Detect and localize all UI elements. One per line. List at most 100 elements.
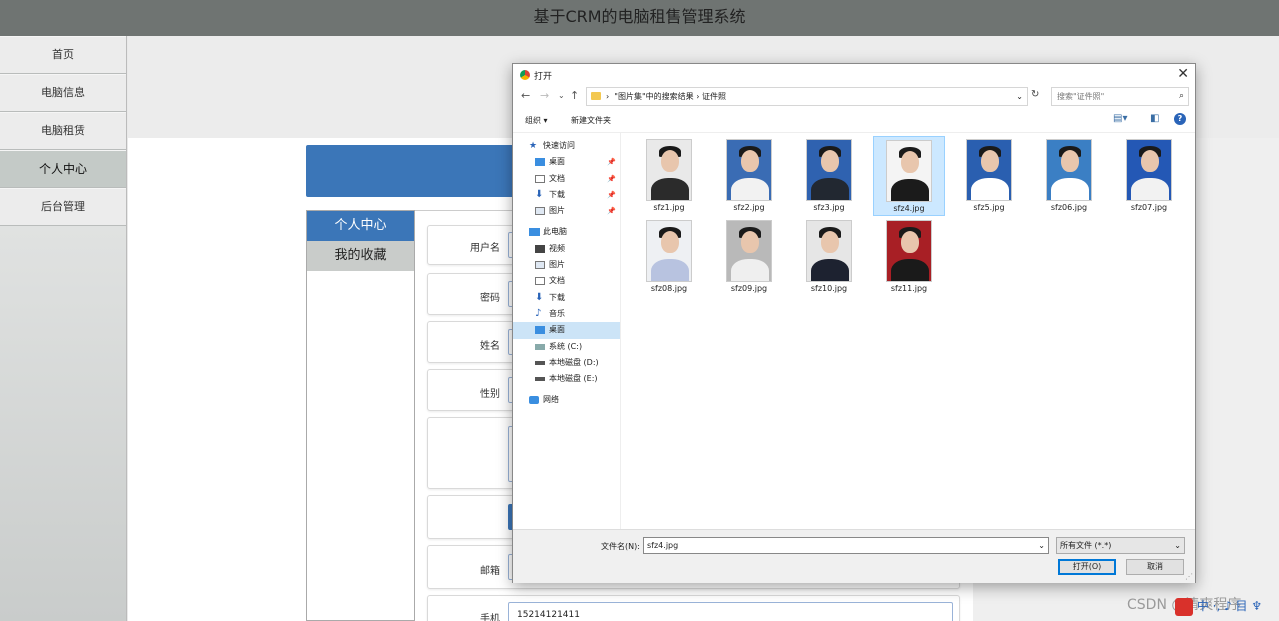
download-icon: ⬇ — [535, 291, 544, 303]
system-tray: 中 ·, ♪ 目 ♆ — [1175, 597, 1279, 617]
gender-label: 性别 — [480, 389, 500, 400]
file-list: sfz1.jpg sfz2.jpg sfz3.jpg sfz4.jpg sfz5.jpg… — [623, 133, 1195, 529]
file-name: sfz3.jpg — [813, 203, 845, 212]
preview-pane-icon[interactable]: ◧ — [1150, 113, 1159, 124]
file-name: sfz06.jpg — [1050, 203, 1088, 212]
file-name: sfz5.jpg — [973, 203, 1005, 212]
breadcrumb[interactable]: "图片集"中的搜索结果 › 证件照 — [614, 92, 726, 101]
search-input[interactable]: 搜索"证件照" ⌕ — [1051, 87, 1189, 106]
filetype-select[interactable]: 所有文件 (*.*) ⌄ — [1056, 537, 1185, 554]
file-item[interactable]: sfz11.jpg — [873, 217, 945, 297]
chevron-down-icon[interactable]: ⌄ — [1016, 88, 1023, 105]
phone-label: 手机 — [480, 614, 500, 621]
filename-value: sfz4.jpg — [647, 541, 679, 550]
nav-item-documents[interactable]: 文档 📌 — [513, 171, 620, 187]
file-item[interactable]: sfz08.jpg — [633, 217, 705, 297]
file-name: sfz2.jpg — [733, 203, 765, 212]
system-drive-icon — [535, 343, 545, 350]
organize-menu[interactable]: 组织 ▾ — [525, 115, 548, 126]
password-label: 密码 — [480, 293, 500, 304]
search-icon[interactable]: ⌕ — [1179, 88, 1184, 105]
filename-label: 文件名(N): — [601, 542, 640, 551]
file-item[interactable]: sfz10.jpg — [793, 217, 865, 297]
network-icon — [529, 396, 539, 405]
file-item[interactable]: sfz4.jpg — [873, 136, 945, 216]
nav-item-drive-c[interactable]: 系统 (C:) — [513, 339, 620, 355]
nav-item-desktop-pc[interactable]: 桌面 — [513, 322, 620, 339]
tab-my-favorites[interactable]: 我的收藏 — [307, 241, 414, 271]
sidebar-item-personal-center[interactable]: 个人中心 — [0, 150, 126, 188]
music-icon: ♪ — [535, 307, 542, 319]
chevron-down-icon[interactable]: ⌄ — [1038, 538, 1045, 553]
recent-dropdown-icon[interactable]: ⌄ — [558, 91, 565, 100]
file-item[interactable]: sfz2.jpg — [713, 136, 785, 216]
dialog-body: ★ 快速访问 桌面 📌 文档 📌 ⬇ 下载 📌 图片 📌 此电脑 视频 图片 文… — [513, 133, 1195, 529]
phone-field[interactable]: 15214121411 — [508, 602, 953, 621]
close-icon[interactable]: ✕ — [1177, 66, 1189, 82]
file-item[interactable]: sfz07.jpg — [1113, 136, 1185, 216]
file-item[interactable]: sfz5.jpg — [953, 136, 1025, 216]
dialog-title: 打开 — [534, 72, 553, 82]
photo-thumbnail — [646, 139, 692, 201]
file-item[interactable]: sfz3.jpg — [793, 136, 865, 216]
cancel-button[interactable]: 取消 — [1126, 559, 1184, 575]
help-icon[interactable]: ? — [1174, 113, 1186, 125]
sidebar-item-admin[interactable]: 后台管理 — [0, 188, 126, 226]
filename-input[interactable]: sfz4.jpg ⌄ — [643, 537, 1049, 554]
new-folder-button[interactable]: 新建文件夹 — [571, 115, 611, 126]
star-icon: ★ — [529, 141, 538, 151]
nav-group-network[interactable]: 网络 — [513, 392, 620, 408]
username-label: 用户名 — [470, 243, 500, 254]
chevron-down-icon[interactable]: ⌄ — [1174, 538, 1181, 553]
tab-personal-center[interactable]: 个人中心 — [307, 211, 414, 241]
computer-icon — [529, 228, 540, 237]
nav-item-pictures-pc[interactable]: 图片 — [513, 257, 620, 273]
photo-thumbnail — [1046, 139, 1092, 201]
nav-group-quick-access[interactable]: ★ 快速访问 — [513, 138, 620, 154]
nav-item-music[interactable]: ♪ 音乐 — [513, 306, 620, 322]
file-item[interactable]: sfz06.jpg — [1033, 136, 1105, 216]
nav-item-downloads-pc[interactable]: ⬇ 下载 — [513, 290, 620, 306]
file-name: sfz1.jpg — [653, 203, 685, 212]
nav-item-drive-d[interactable]: 本地磁盘 (D:) — [513, 355, 620, 371]
back-arrow-icon[interactable]: ← — [521, 89, 530, 102]
photo-thumbnail — [726, 220, 772, 282]
tray-icons[interactable]: 中 ·, ♪ 目 ♆ — [1197, 599, 1262, 613]
nav-item-desktop[interactable]: 桌面 📌 — [513, 154, 620, 170]
ime-logo-icon[interactable] — [1175, 597, 1193, 616]
file-name: sfz07.jpg — [1130, 203, 1168, 212]
resize-grip-icon[interactable]: ⋰ — [1185, 572, 1193, 581]
nav-item-downloads[interactable]: ⬇ 下载 📌 — [513, 187, 620, 203]
sidebar-item-computer-info[interactable]: 电脑信息 — [0, 74, 126, 112]
open-button[interactable]: 打开(O) — [1058, 559, 1116, 575]
sidebar-item-computer-rental[interactable]: 电脑租赁 — [0, 112, 126, 150]
photo-thumbnail — [806, 220, 852, 282]
nav-group-this-pc[interactable]: 此电脑 — [513, 224, 620, 240]
desktop-icon — [535, 326, 545, 335]
chrome-icon — [520, 70, 530, 80]
sidebar: 首页 电脑信息 电脑租赁 个人中心 后台管理 — [0, 36, 127, 621]
personal-tabs: 个人中心 我的收藏 — [306, 210, 415, 621]
nav-item-videos[interactable]: 视频 — [513, 241, 620, 257]
search-placeholder: 搜索"证件照" — [1057, 92, 1105, 101]
nav-item-documents-pc[interactable]: 文档 — [513, 273, 620, 289]
sidebar-filler — [0, 226, 126, 621]
refresh-icon[interactable]: ↻ — [1031, 89, 1039, 100]
up-arrow-icon[interactable]: ↑ — [570, 89, 579, 102]
name-label: 姓名 — [480, 341, 500, 352]
file-name: sfz10.jpg — [810, 284, 848, 293]
dialog-footer: 文件名(N): sfz4.jpg ⌄ 所有文件 (*.*) ⌄ 打开(O) 取消… — [513, 529, 1195, 583]
pin-icon: 📌 — [607, 207, 616, 216]
view-options-icon[interactable]: ▤▾ — [1113, 113, 1127, 124]
address-bar[interactable]: › "图片集"中的搜索结果 › 证件照 ⌄ — [586, 87, 1028, 106]
file-item[interactable]: sfz09.jpg — [713, 217, 785, 297]
pictures-icon — [535, 261, 545, 270]
sidebar-item-home[interactable]: 首页 — [0, 36, 126, 74]
open-file-dialog: 打开 ✕ ← → ⌄ ↑ › "图片集"中的搜索结果 › 证件照 ⌄ ↻ 搜索"… — [512, 63, 1196, 583]
app-header: 基于CRM的电脑租售管理系统 — [0, 0, 1279, 36]
file-item[interactable]: sfz1.jpg — [633, 136, 705, 216]
nav-item-pictures[interactable]: 图片 📌 — [513, 203, 620, 219]
forward-arrow-icon[interactable]: → — [540, 89, 549, 102]
dialog-toolbar: 组织 ▾ 新建文件夹 ▤▾ ◧ ? — [513, 108, 1195, 133]
nav-item-drive-e[interactable]: 本地磁盘 (E:) — [513, 371, 620, 387]
